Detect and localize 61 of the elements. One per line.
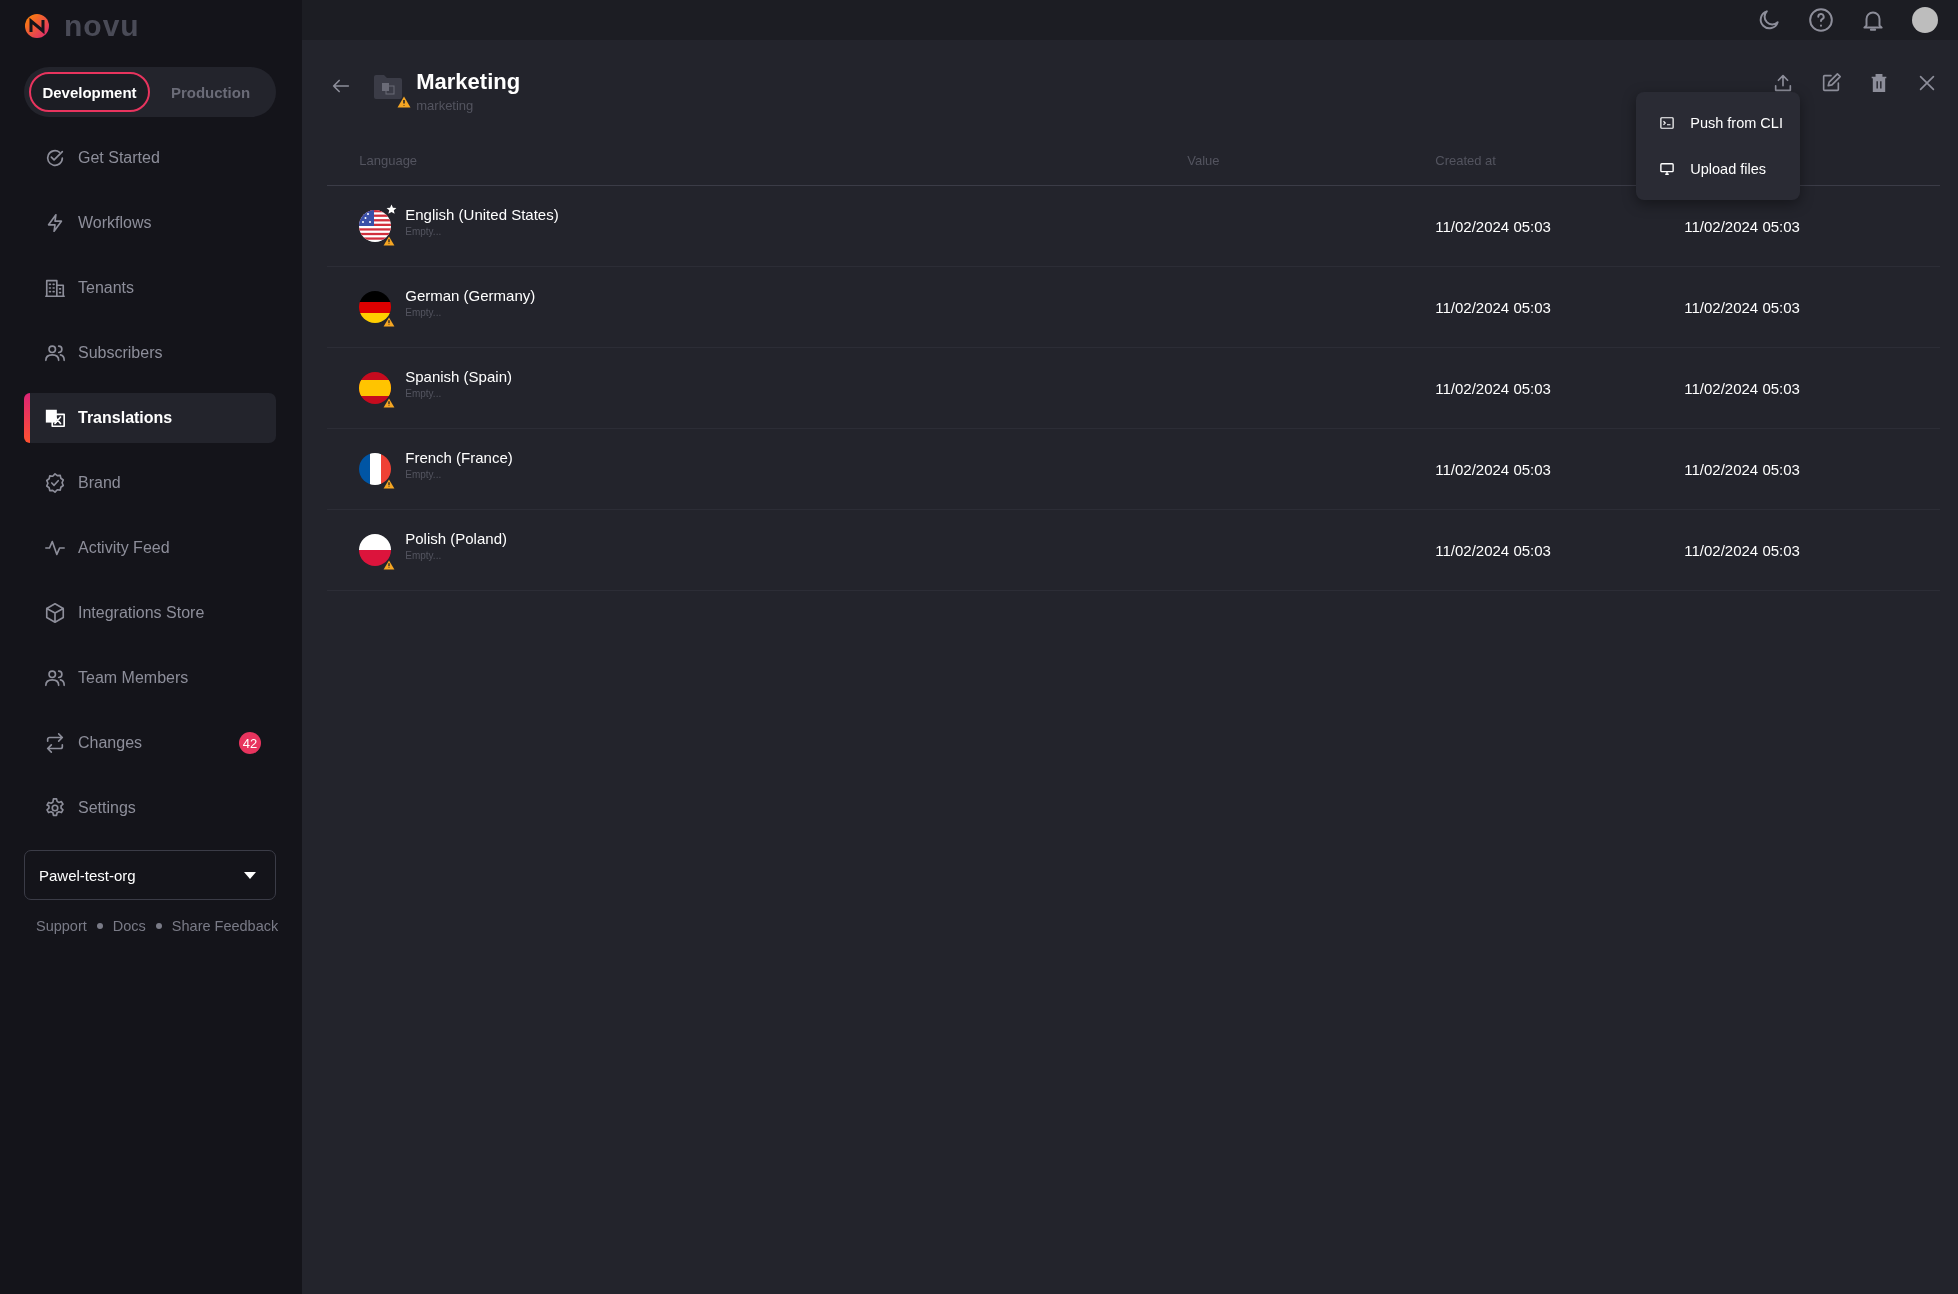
caret-icon — [243, 870, 257, 880]
date-text: 11/02/2024 05:03 — [1435, 541, 1551, 559]
swap-arrows-icon — [44, 732, 66, 754]
sidebar-item[interactable]: Changes 42 — [24, 718, 276, 768]
separator-dot — [96, 923, 103, 929]
monitor-icon — [1660, 162, 1675, 176]
footer-link[interactable]: Support — [36, 918, 87, 934]
footer-link[interactable]: Docs — [112, 918, 146, 934]
count-badge: 42 — [239, 732, 261, 754]
flag-icon — [359, 453, 392, 485]
people-icon — [44, 667, 66, 689]
sidebar-item[interactable]: Brand — [24, 458, 276, 508]
sidebar-item[interactable]: Workflows — [24, 198, 276, 248]
logo-text: novu — [64, 9, 140, 43]
date-text: 11/02/2024 05:03 — [1435, 217, 1551, 235]
environment-option[interactable]: Development — [29, 72, 150, 112]
sidebar-item[interactable]: Team Members — [24, 653, 276, 703]
date-text: 11/02/2024 05:03 — [1684, 460, 1800, 478]
language-name: Spanish (Spain) — [405, 367, 512, 385]
menu-item[interactable]: Upload files — [1636, 146, 1801, 192]
organization-select[interactable]: Pawel-test-org — [24, 850, 276, 900]
help-icon[interactable] — [1808, 7, 1834, 33]
page-title: Marketing — [416, 68, 521, 96]
environment-option[interactable]: Production — [150, 72, 271, 112]
people-icon — [44, 342, 66, 364]
sidebar-item[interactable]: Tenants — [24, 263, 276, 313]
date-text: 11/02/2024 05:03 — [1435, 460, 1551, 478]
edit-icon[interactable] — [1820, 72, 1842, 94]
language-name: English (United States) — [405, 205, 559, 223]
check-circle-icon — [44, 147, 66, 169]
sidebar-item[interactable]: Get Started — [24, 133, 276, 183]
date-text: 11/02/2024 05:03 — [1684, 379, 1800, 397]
language-name: French (France) — [405, 448, 513, 466]
translate-icon — [44, 407, 66, 429]
sidebar-item[interactable]: Settings — [24, 783, 276, 833]
date-text: 11/02/2024 05:03 — [1435, 298, 1551, 316]
language-name: German (Germany) — [405, 286, 536, 304]
sidebar-item[interactable]: Subscribers — [24, 328, 276, 378]
language-name: Polish (Poland) — [405, 529, 507, 547]
date-text: 11/02/2024 05:03 — [1435, 379, 1551, 397]
upload-icon[interactable] — [1772, 72, 1794, 94]
flag-icon — [359, 372, 392, 404]
date-text: 11/02/2024 05:03 — [1684, 298, 1800, 316]
date-text: 11/02/2024 05:03 — [1684, 541, 1800, 559]
avatar[interactable] — [1912, 7, 1938, 33]
sidebar-item[interactable]: Translations — [24, 393, 276, 443]
badge-check-icon — [44, 472, 66, 494]
flag-icon — [359, 291, 392, 323]
building-icon — [44, 277, 66, 299]
sidebar-item[interactable]: Integrations Store — [24, 588, 276, 638]
footer-link[interactable]: Share Feedback — [171, 918, 279, 934]
logo-icon — [24, 13, 50, 39]
gear-icon — [44, 797, 66, 819]
flag-icon — [359, 210, 392, 242]
cube-icon — [44, 602, 66, 624]
separator-dot — [155, 923, 162, 929]
date-text: 11/02/2024 05:03 — [1684, 217, 1800, 235]
sidebar-item[interactable]: Activity Feed — [24, 523, 276, 573]
menu-item[interactable]: Push from CLI — [1636, 100, 1801, 146]
terminal-icon — [1660, 116, 1675, 130]
flag-icon — [359, 534, 392, 566]
